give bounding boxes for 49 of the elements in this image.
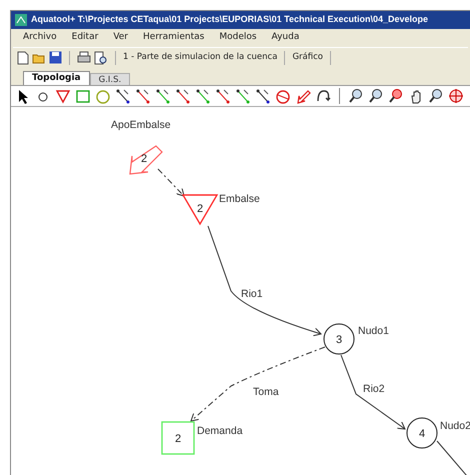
square-icon[interactable] [75, 88, 91, 104]
save-icon[interactable] [49, 51, 62, 64]
link-icon[interactable] [195, 88, 211, 104]
river-link[interactable] [436, 440, 468, 475]
menu-item[interactable]: Editar [72, 31, 98, 45]
menu-item[interactable]: Modelos [219, 31, 257, 45]
node-label: ApoEmbalse [111, 119, 171, 131]
menu-item[interactable]: Archivo [23, 31, 57, 45]
reservoir-node[interactable]: 2 [182, 194, 218, 226]
junction-node[interactable]: 4 [406, 418, 438, 448]
link-icon[interactable] [235, 88, 251, 104]
river-link[interactable] [340, 354, 406, 430]
zoom-icon[interactable] [368, 88, 384, 104]
link-icon[interactable] [155, 88, 171, 104]
link-label: Toma [253, 386, 279, 398]
menu-item[interactable]: Ver [113, 31, 128, 45]
new-document-icon[interactable] [17, 50, 29, 64]
dashed-link[interactable] [158, 168, 184, 196]
node-label: Nudo2 [440, 420, 470, 432]
link-label: Rio1 [241, 288, 263, 300]
link-icon[interactable] [175, 88, 191, 104]
node-label: Embalse [219, 193, 260, 205]
zoom-icon[interactable] [428, 88, 444, 104]
arrow-icon[interactable] [295, 88, 311, 104]
printer-icon[interactable] [77, 51, 91, 64]
triangle-icon[interactable] [55, 88, 71, 104]
link-icon[interactable] [115, 88, 131, 104]
zoom-icon[interactable] [388, 88, 404, 104]
menu-item[interactable]: Ayuda [272, 31, 300, 45]
inflow-node[interactable]: 2 [129, 145, 163, 175]
node-label: Nudo1 [358, 325, 389, 337]
tab[interactable]: G.I.S. [90, 73, 130, 85]
app-icon [15, 14, 27, 26]
link-icon[interactable] [255, 88, 271, 104]
crossed-circle-icon[interactable] [275, 88, 291, 104]
link-label: Rio2 [363, 383, 385, 395]
link-icon[interactable] [135, 88, 151, 104]
node-label: Demanda [197, 425, 243, 437]
tab[interactable]: Topologia [23, 71, 90, 85]
link-icon[interactable] [215, 88, 231, 104]
menu-item[interactable]: Herramientas [143, 31, 204, 45]
target-icon[interactable] [448, 88, 464, 104]
print-preview-icon[interactable] [94, 50, 108, 64]
junction-node[interactable]: 3 [324, 324, 354, 354]
zoom-icon[interactable] [348, 88, 364, 104]
demand-node[interactable]: 2 [161, 421, 195, 455]
toolbar-label[interactable]: 1 - Parte de simulacion de la cuenca [123, 51, 278, 64]
toolbar-label[interactable]: Gráfico [292, 51, 323, 64]
window-title: Aquatool+ T:\Projectes CETaqua\01 Projects\EUPORIAS\01 Technical Execution\04_Develope [31, 13, 428, 26]
